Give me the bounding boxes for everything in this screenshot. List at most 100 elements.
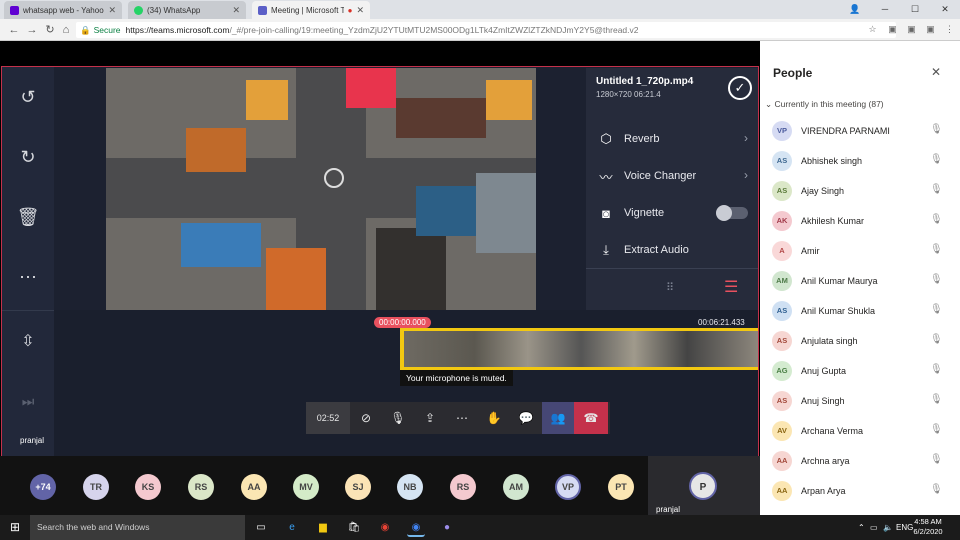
camera-off-icon[interactable]: ⊘ xyxy=(350,402,382,434)
clock[interactable]: 4:58 AM 6/2/2020 xyxy=(908,517,948,537)
whatsapp-icon xyxy=(134,5,143,15)
chat-icon[interactable]: 💬 xyxy=(510,402,542,434)
share-screen-icon[interactable]: ⇪ xyxy=(414,402,446,434)
effect-reverb[interactable]: ⬡ Reverb xyxy=(596,129,659,149)
menu-icon[interactable]: ⋮ xyxy=(943,23,956,36)
hang-up-icon[interactable]: ☎ xyxy=(574,402,608,434)
split-icon[interactable]: ⇳ xyxy=(2,331,54,351)
window-close-icon[interactable]: ✕ xyxy=(930,1,960,17)
person-name: Akhilesh Kumar xyxy=(801,216,865,226)
mic-muted-icon: 🎙 xyxy=(930,214,943,225)
avatar[interactable]: RS xyxy=(450,474,476,500)
person-row[interactable]: AK Akhilesh Kumar 🎙 xyxy=(772,211,958,233)
person-row[interactable]: AA Archna arya 🎙 xyxy=(772,451,958,473)
minimize-icon[interactable]: ─ xyxy=(870,1,900,17)
video-preview xyxy=(106,68,536,310)
url-input[interactable]: 🔒 Secure https://teams.microsoft.com/_#/pr… xyxy=(76,22,896,38)
avatar: AG xyxy=(772,361,792,381)
app-icon[interactable]: ● xyxy=(438,519,456,537)
overflow-participants[interactable]: +74 xyxy=(30,474,56,500)
avatar[interactable]: NB xyxy=(397,474,423,500)
profile-icon[interactable]: 👤 xyxy=(840,1,870,17)
check-icon[interactable]: ✓ xyxy=(728,76,752,100)
edge-icon[interactable]: e xyxy=(283,519,301,537)
avatar[interactable]: MV xyxy=(293,474,319,500)
person-name: Anil Kumar Maurya xyxy=(801,276,878,286)
undo-icon[interactable]: ↺ xyxy=(2,87,54,108)
close-icon[interactable]: ✕ xyxy=(356,5,364,16)
close-icon[interactable]: ✕ xyxy=(232,5,240,16)
avatar[interactable]: AA xyxy=(241,474,267,500)
video-clip[interactable] xyxy=(400,328,758,370)
yahoo-icon xyxy=(10,5,19,15)
self-avatar[interactable]: P xyxy=(689,472,717,500)
vignette-toggle[interactable] xyxy=(716,205,748,221)
store-icon[interactable]: 🛍 xyxy=(345,519,363,537)
avatar[interactable]: AM xyxy=(503,474,529,500)
close-icon[interactable]: ✕ xyxy=(931,65,941,79)
tab-yahoo[interactable]: whatsapp web - Yahoo Se ✕ xyxy=(4,1,122,19)
mic-muted-icon: 🎙 xyxy=(930,394,943,405)
raise-hand-icon[interactable]: ✋ xyxy=(478,402,510,434)
back-icon[interactable]: ← xyxy=(6,22,22,38)
grid-icon[interactable]: ⠿ xyxy=(666,281,674,294)
bookmark-star-icon[interactable]: ☆ xyxy=(866,23,879,36)
tab-teams-meeting[interactable]: Meeting | Microsoft T ● ✕ xyxy=(252,1,370,19)
volume-icon[interactable]: 🔈 xyxy=(883,515,893,540)
person-row[interactable]: AS Anil Kumar Shukla 🎙 xyxy=(772,301,958,323)
mic-muted-icon[interactable]: 🎙 xyxy=(382,402,414,434)
avatar[interactable]: KS xyxy=(135,474,161,500)
person-row[interactable]: AS Anjulata singh 🎙 xyxy=(772,331,958,353)
maximize-icon[interactable]: ☐ xyxy=(900,1,930,17)
person-row[interactable]: AV Archana Verma 🎙 xyxy=(772,421,958,443)
person-row[interactable]: VP VIRENDRA PARNAMI 🎙 xyxy=(772,121,958,143)
task-view-icon[interactable]: ▭ xyxy=(252,519,270,537)
chrome-active-icon[interactable]: ◉ xyxy=(407,519,425,537)
tab-whatsapp[interactable]: (34) WhatsApp ✕ xyxy=(128,1,246,19)
file-info: 1280×720 06:21.4 xyxy=(596,90,661,99)
tray-up-icon[interactable]: ⌃ xyxy=(858,515,865,540)
close-icon[interactable]: ✕ xyxy=(108,5,116,16)
avatar[interactable]: SJ xyxy=(345,474,371,500)
chrome-icon[interactable]: ◉ xyxy=(376,519,394,537)
timeline-tools: ⇳ ⏭ xyxy=(2,310,54,472)
skip-end-icon[interactable]: ⏭ xyxy=(2,393,54,410)
person-row[interactable]: AS Anuj Singh 🎙 xyxy=(772,391,958,413)
extension-icon[interactable]: ▣ xyxy=(924,23,937,36)
home-icon[interactable]: ⌂ xyxy=(58,22,74,38)
taskbar-search[interactable]: Search the web and Windows xyxy=(30,515,245,540)
network-icon[interactable]: ▭ xyxy=(870,515,878,540)
file-explorer-icon[interactable]: ▆ xyxy=(314,519,332,537)
forward-icon[interactable]: → xyxy=(24,22,40,38)
person-row[interactable]: AS Abhishek singh 🎙 xyxy=(772,151,958,173)
menu-lines-icon[interactable]: ☰ xyxy=(724,277,738,297)
redo-icon[interactable]: ↻ xyxy=(2,147,54,168)
timecode-end: 00:06:21.433 xyxy=(698,318,745,327)
extension-icon[interactable]: ▣ xyxy=(905,23,918,36)
extension-icon[interactable]: ▣ xyxy=(886,23,899,36)
meeting-section-header[interactable]: ⌄ Currently in this meeting (87) xyxy=(765,99,884,110)
effect-voice-changer[interactable]: 〰 Voice Changer xyxy=(596,166,696,186)
avatar: A xyxy=(772,241,792,261)
avatar[interactable]: RS xyxy=(188,474,214,500)
windows-start-icon[interactable]: ⊞ xyxy=(0,515,30,540)
effect-extract-audio[interactable]: ⤓ Extract Audio xyxy=(596,240,689,260)
effect-vignette[interactable]: ◙ Vignette xyxy=(596,203,664,223)
more-actions-icon[interactable]: ⋯ xyxy=(446,402,478,434)
person-row[interactable]: AM Anil Kumar Maurya 🎙 xyxy=(772,271,958,293)
avatar[interactable]: PT xyxy=(608,474,634,500)
person-name: Archana Verma xyxy=(801,426,864,436)
reload-icon[interactable]: ↻ xyxy=(42,22,58,38)
building xyxy=(181,223,261,267)
lock-icon: 🔒 xyxy=(80,25,91,35)
person-row[interactable]: AS Ajay Singh 🎙 xyxy=(772,181,958,203)
delete-icon[interactable]: 🗑 xyxy=(2,207,54,228)
avatar[interactable]: VP xyxy=(555,474,581,500)
chevron-right-icon: › xyxy=(744,131,748,145)
avatar[interactable]: TR xyxy=(83,474,109,500)
participants-icon[interactable]: 👥 xyxy=(542,402,574,434)
person-row[interactable]: AA Arpan Arya 🎙 xyxy=(772,481,958,503)
more-icon[interactable]: ⋯ xyxy=(2,267,54,288)
person-row[interactable]: AG Anuj Gupta 🎙 xyxy=(772,361,958,383)
person-row[interactable]: A Amir 🎙 xyxy=(772,241,958,263)
